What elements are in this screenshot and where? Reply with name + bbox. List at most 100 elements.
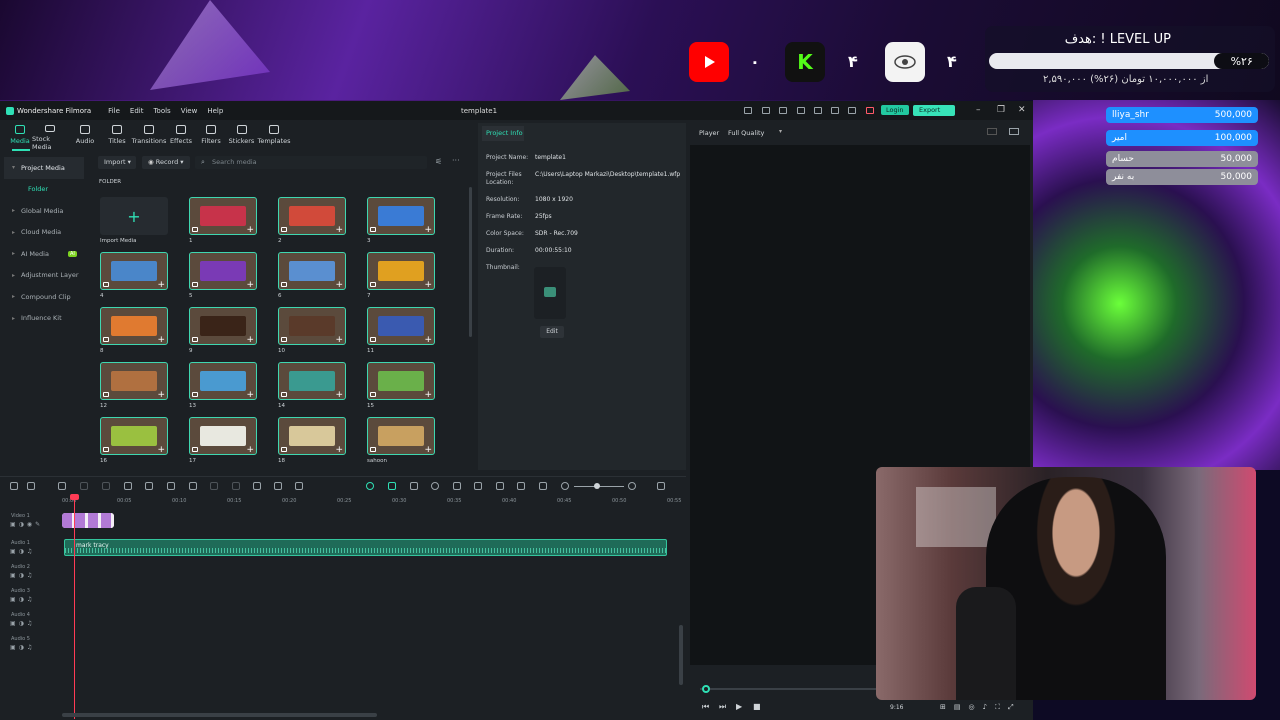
subtitle-icon[interactable] [496, 482, 504, 490]
media-scrollbar[interactable] [469, 187, 472, 337]
track-icon[interactable] [517, 482, 525, 490]
add-to-timeline-icon[interactable]: + [157, 280, 165, 289]
seek-knob[interactable] [702, 685, 710, 693]
media-item[interactable]: + [367, 417, 435, 455]
track-controls[interactable]: ▣◑♫ [10, 596, 35, 603]
media-item[interactable]: + [367, 307, 435, 345]
seek-bar[interactable] [700, 688, 880, 690]
add-to-timeline-icon[interactable]: + [424, 390, 432, 399]
microphone-icon[interactable] [474, 482, 482, 490]
timeline-ruler[interactable]: 00:00 00:05 00:10 00:15 00:20 00:25 00:30 00:35… [60, 498, 681, 508]
add-to-timeline-icon[interactable]: + [335, 280, 343, 289]
tab-audio[interactable]: Audio [68, 121, 102, 151]
media-item[interactable]: + [278, 362, 346, 400]
undo-icon[interactable] [58, 482, 66, 490]
render-icon[interactable] [366, 482, 374, 490]
add-to-timeline-icon[interactable]: + [424, 445, 432, 454]
audio-edit-icon[interactable] [145, 482, 153, 490]
import-media-tile[interactable]: + [100, 197, 168, 235]
add-to-timeline-icon[interactable]: + [335, 335, 343, 344]
snapshot-icon[interactable] [539, 482, 547, 490]
track-controls[interactable]: ▣◑♫ [10, 572, 35, 579]
tab-stickers[interactable]: Stickers [226, 121, 257, 151]
media-item[interactable]: + [189, 252, 257, 290]
copy-icon[interactable] [295, 482, 303, 490]
export-button[interactable]: Export [913, 105, 955, 116]
layout-icon[interactable] [779, 107, 787, 114]
shield-icon[interactable] [453, 482, 461, 490]
speed-icon[interactable] [253, 482, 261, 490]
send-icon[interactable] [744, 107, 752, 114]
media-item[interactable]: + [100, 307, 168, 345]
media-item[interactable]: + [189, 197, 257, 235]
add-to-timeline-icon[interactable]: + [246, 445, 254, 454]
step-forward-icon[interactable]: ⏭ [719, 702, 726, 712]
add-to-timeline-icon[interactable]: + [246, 280, 254, 289]
grid-icon[interactable] [848, 107, 856, 114]
record-button[interactable]: ◉ Record ▾ [142, 156, 190, 169]
sidebar-item-compound-clip[interactable]: ▸ Compound Clip [4, 286, 84, 308]
import-button[interactable]: Import ▾ [98, 156, 136, 169]
menu-file[interactable]: File [108, 107, 120, 115]
timeline-vscrollbar[interactable] [679, 625, 683, 685]
zoom-slider-knob[interactable] [594, 483, 600, 489]
search-input[interactable]: Search media [195, 156, 427, 169]
media-item[interactable]: + [189, 417, 257, 455]
quality-select[interactable]: Full Quality [728, 129, 764, 137]
stop-icon[interactable]: ■ [753, 702, 761, 711]
mask-icon[interactable] [210, 482, 218, 490]
media-item[interactable]: + [100, 252, 168, 290]
tab-effects[interactable]: Effects [166, 121, 196, 151]
add-to-timeline-icon[interactable]: + [424, 225, 432, 234]
play-icon[interactable]: ▶ [736, 702, 742, 711]
menu-view[interactable]: View [181, 107, 198, 115]
monitor-icon[interactable] [797, 107, 805, 114]
ai-tool-icon[interactable] [274, 482, 282, 490]
sidebar-item-cloud-media[interactable]: ▸ Cloud Media [4, 222, 84, 244]
sidebar-item-folder[interactable]: Folder [4, 179, 84, 201]
playhead[interactable] [74, 497, 75, 719]
track-controls[interactable]: ▣◑◉✎ [10, 521, 43, 528]
track-controls[interactable]: ▣◑♫ [10, 620, 35, 627]
menu-edit[interactable]: Edit [130, 107, 144, 115]
media-item[interactable]: + [278, 307, 346, 345]
tab-transitions[interactable]: Transitions [132, 121, 166, 151]
select-tool-icon[interactable] [27, 482, 35, 490]
add-to-timeline-icon[interactable]: + [424, 280, 432, 289]
sidebar-item-adjustment-layer[interactable]: ▸ Adjustment Layer [4, 265, 84, 287]
close-icon[interactable]: ✕ [1018, 105, 1026, 115]
settings-icon[interactable] [657, 482, 665, 490]
menu-help[interactable]: Help [207, 107, 223, 115]
marker-icon[interactable] [431, 482, 439, 490]
add-to-timeline-icon[interactable]: + [335, 225, 343, 234]
link-icon[interactable] [410, 482, 418, 490]
text-icon[interactable] [167, 482, 175, 490]
cart-icon[interactable] [866, 107, 874, 114]
sidebar-item-ai-media[interactable]: ▸ AI Media AI [4, 243, 84, 265]
login-button[interactable]: Login [881, 105, 909, 115]
media-item[interactable]: + [100, 362, 168, 400]
save-icon[interactable] [762, 107, 770, 114]
more-icon[interactable]: ··· [452, 156, 460, 165]
video-clip[interactable] [62, 513, 114, 528]
delete-icon[interactable] [102, 482, 110, 490]
filter-icon[interactable]: ⚟ [435, 157, 442, 166]
media-item[interactable]: + [278, 252, 346, 290]
add-to-timeline-icon[interactable]: + [157, 390, 165, 399]
media-item[interactable]: + [278, 197, 346, 235]
tab-templates[interactable]: Templates [257, 121, 291, 151]
sidebar-item-global-media[interactable]: ▸ Global Media [4, 200, 84, 222]
minimize-icon[interactable]: – [976, 105, 981, 115]
media-item[interactable]: + [100, 417, 168, 455]
cut-icon[interactable] [124, 482, 132, 490]
step-back-icon[interactable]: ⏮ [702, 702, 709, 712]
tab-media[interactable]: Media [8, 121, 32, 151]
aspect-ratio[interactable]: 9:16 [890, 704, 903, 711]
tab-titles[interactable]: Titles [102, 121, 132, 151]
media-item[interactable]: + [367, 197, 435, 235]
cloud-icon[interactable] [814, 107, 822, 114]
media-item[interactable]: + [189, 307, 257, 345]
timeline-scrollbar[interactable] [62, 713, 377, 717]
add-to-timeline-icon[interactable]: + [335, 445, 343, 454]
track-controls[interactable]: ▣◑♫ [10, 548, 35, 555]
